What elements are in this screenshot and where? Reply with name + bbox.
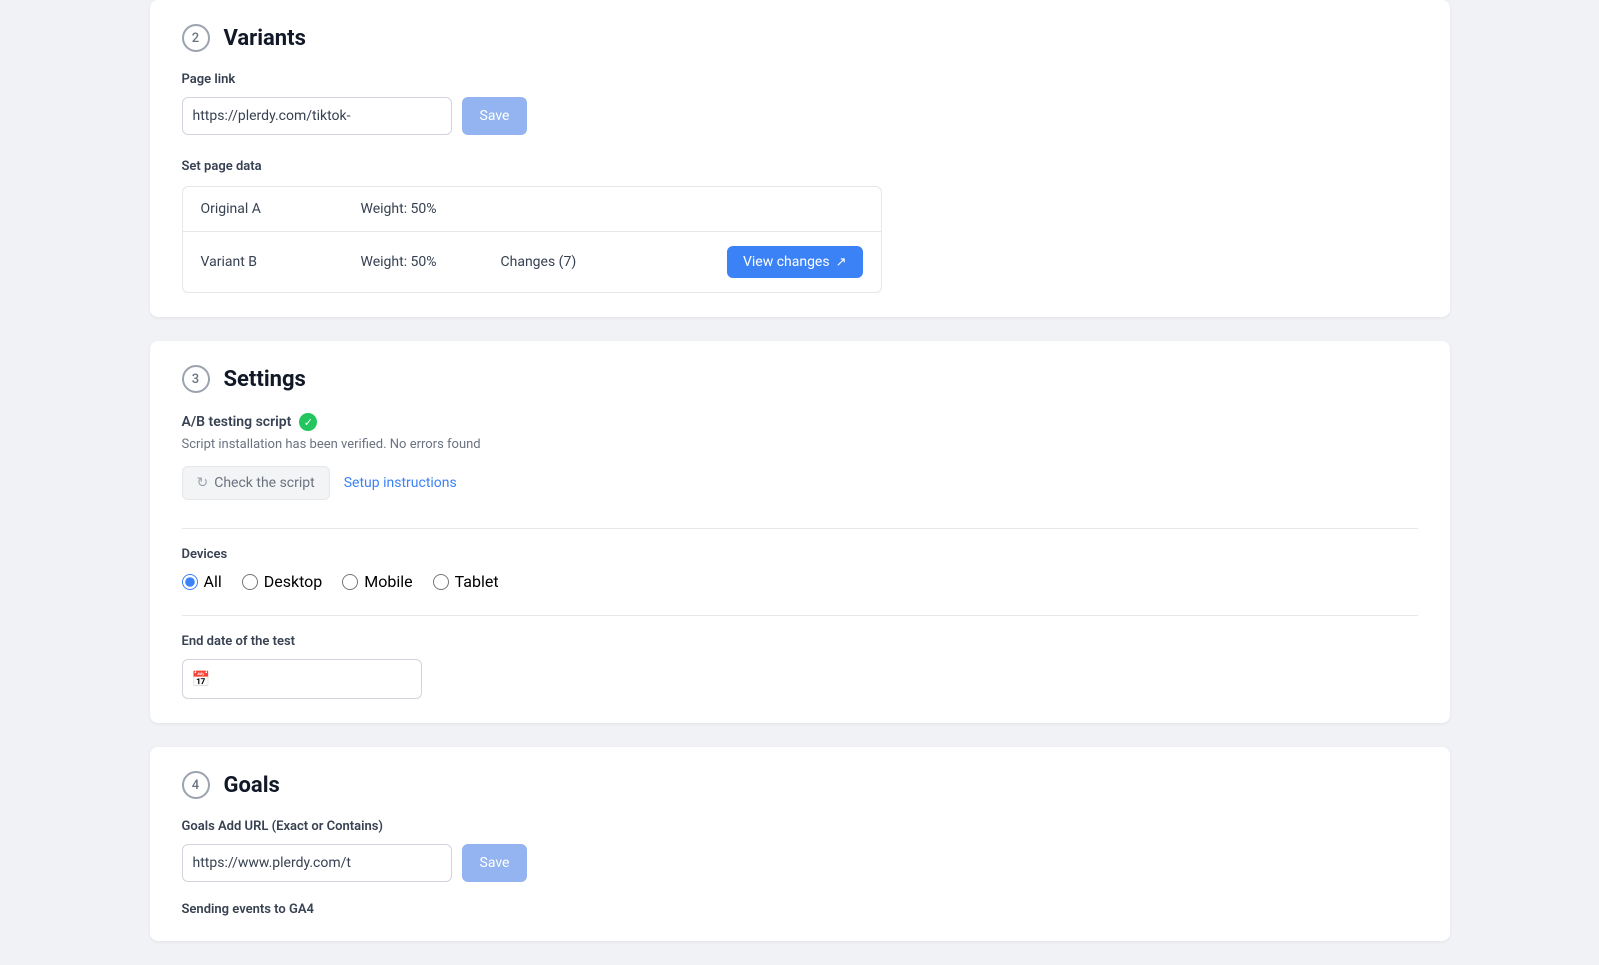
script-header-row: A/B testing script ✓ bbox=[182, 413, 1418, 431]
page-link-field: Page link Save bbox=[182, 72, 1418, 135]
row-variant-b-name: Variant B bbox=[201, 254, 361, 270]
section-number-4: 4 bbox=[182, 771, 210, 799]
row-variant-b-changes: Changes (7) bbox=[501, 254, 661, 270]
page-link-row: Save bbox=[182, 97, 1418, 135]
device-option-desktop[interactable]: Desktop bbox=[242, 572, 323, 591]
variants-title: Variants bbox=[224, 26, 306, 51]
radio-desktop[interactable] bbox=[242, 574, 258, 590]
device-radio-group: All Desktop Mobile Tablet bbox=[182, 572, 1418, 591]
settings-title: Settings bbox=[224, 367, 306, 392]
end-date-label: End date of the test bbox=[182, 634, 1418, 649]
device-option-tablet[interactable]: Tablet bbox=[433, 572, 499, 591]
goals-section: 4 Goals Goals Add URL (Exact or Contains… bbox=[150, 747, 1450, 941]
page-link-input[interactable] bbox=[182, 97, 452, 135]
section-number-2: 2 bbox=[182, 24, 210, 52]
check-script-button[interactable]: ↻ Check the script bbox=[182, 466, 330, 500]
variants-section: 2 Variants Page link Save Set page data … bbox=[150, 0, 1450, 317]
device-option-all[interactable]: All bbox=[182, 572, 222, 591]
row-original-a-name: Original A bbox=[201, 201, 361, 217]
page-data-table: Original A Weight: 50% Variant B Weight:… bbox=[182, 186, 882, 293]
check-script-label: Check the script bbox=[214, 475, 314, 491]
setup-instructions-link[interactable]: Setup instructions bbox=[344, 475, 457, 491]
page-link-save-button[interactable]: Save bbox=[462, 97, 528, 135]
set-page-data-label: Set page data bbox=[182, 159, 1418, 174]
page-link-label: Page link bbox=[182, 72, 1418, 87]
device-option-mobile[interactable]: Mobile bbox=[342, 572, 412, 591]
device-mobile-label: Mobile bbox=[364, 572, 412, 591]
divider bbox=[182, 528, 1418, 529]
variants-header: 2 Variants bbox=[182, 24, 1418, 52]
settings-section: 3 Settings A/B testing script ✓ Script i… bbox=[150, 341, 1450, 723]
device-tablet-label: Tablet bbox=[455, 572, 499, 591]
green-check-icon: ✓ bbox=[299, 413, 317, 431]
radio-all[interactable] bbox=[182, 574, 198, 590]
section-number-3: 3 bbox=[182, 365, 210, 393]
radio-tablet[interactable] bbox=[433, 574, 449, 590]
script-actions: ↻ Check the script Setup instructions bbox=[182, 466, 1418, 500]
goals-title: Goals bbox=[224, 773, 280, 798]
view-changes-button[interactable]: View changes ↗ bbox=[727, 246, 863, 278]
goals-url-input[interactable] bbox=[182, 844, 452, 882]
calendar-icon: 📅 bbox=[192, 670, 211, 688]
divider-2 bbox=[182, 615, 1418, 616]
device-desktop-label: Desktop bbox=[264, 572, 323, 591]
goals-save-button[interactable]: Save bbox=[462, 844, 528, 882]
sending-events-label: Sending events to GA4 bbox=[182, 902, 1418, 917]
row-variant-b-weight: Weight: 50% bbox=[361, 254, 501, 270]
table-row: Variant B Weight: 50% Changes (7) View c… bbox=[183, 232, 881, 292]
table-row: Original A Weight: 50% bbox=[183, 187, 881, 232]
goals-url-label: Goals Add URL (Exact or Contains) bbox=[182, 819, 1418, 834]
row-original-a-weight: Weight: 50% bbox=[361, 201, 501, 217]
refresh-icon: ↻ bbox=[197, 475, 209, 491]
date-input-wrapper: 📅 bbox=[182, 659, 422, 699]
view-changes-label: View changes bbox=[743, 254, 830, 270]
script-status-text: Script installation has been verified. N… bbox=[182, 437, 1418, 452]
end-date-input[interactable] bbox=[182, 659, 422, 699]
devices-label: Devices bbox=[182, 547, 1418, 562]
external-link-icon: ↗ bbox=[836, 255, 847, 270]
device-all-label: All bbox=[204, 572, 222, 591]
goals-url-row: Save bbox=[182, 844, 1418, 882]
radio-mobile[interactable] bbox=[342, 574, 358, 590]
settings-header: 3 Settings bbox=[182, 365, 1418, 393]
goals-header: 4 Goals bbox=[182, 771, 1418, 799]
script-label: A/B testing script bbox=[182, 414, 292, 430]
